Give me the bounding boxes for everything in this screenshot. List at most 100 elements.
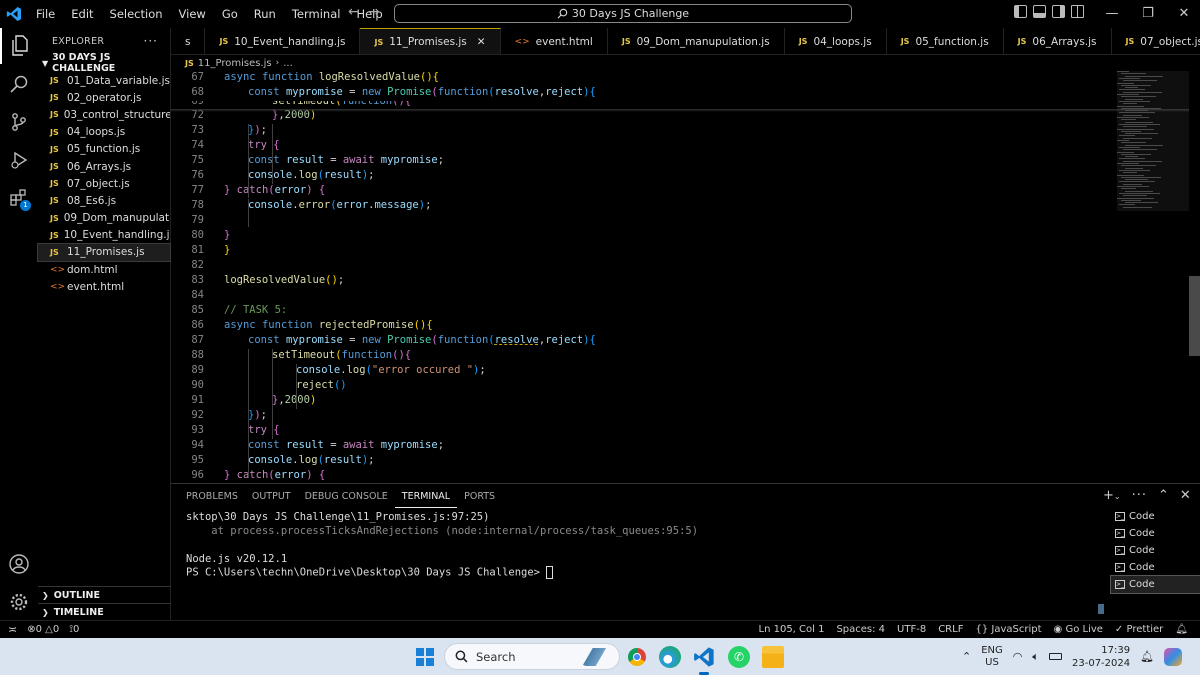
file-explorer-icon[interactable] — [762, 646, 784, 668]
end-of-line[interactable]: CRLF — [938, 624, 963, 635]
file-item[interactable]: JS 08_Es6.js — [38, 192, 170, 209]
menu-view[interactable]: View — [171, 7, 214, 21]
file-item[interactable]: JS 10_Event_handling.js — [38, 227, 170, 244]
chevron-up-icon[interactable]: ⌃ — [962, 650, 971, 663]
cursor-position[interactable]: Ln 105, Col 1 — [759, 624, 825, 635]
code-text: } — [224, 229, 231, 241]
notifications-bell-icon[interactable]: 🔔︎ — [1175, 624, 1188, 635]
ports-status[interactable]: ⟟0 — [69, 624, 79, 635]
menu-file[interactable]: File — [28, 7, 63, 21]
close-window-icon[interactable]: ✕ — [1166, 0, 1200, 28]
file-item[interactable]: JS 02_operator.js — [38, 89, 170, 106]
file-item[interactable]: JS 07_object.js — [38, 175, 170, 192]
panel-tab[interactable]: TERMINAL — [394, 488, 458, 508]
extensions-icon[interactable]: 1 — [0, 180, 38, 216]
prettier[interactable]: ✓ Prettier — [1115, 624, 1163, 635]
taskbar-search[interactable]: Search — [444, 643, 620, 670]
more-actions-icon[interactable]: ··· — [1132, 488, 1147, 503]
maximize-panel-icon[interactable]: ⌃ — [1158, 488, 1169, 503]
indentation[interactable]: Spaces: 4 — [836, 624, 885, 635]
remote-icon[interactable]: ≍ — [8, 623, 17, 636]
close-tab-icon[interactable]: ✕ — [477, 36, 486, 48]
more-actions-icon[interactable]: ··· — [144, 34, 158, 48]
menu-edit[interactable]: Edit — [63, 7, 101, 21]
copilot-icon[interactable] — [1164, 647, 1183, 666]
edge-icon[interactable] — [659, 646, 681, 668]
menu-go[interactable]: Go — [214, 7, 246, 21]
editor-tab[interactable]: JS 10_Event_handling.js — [205, 28, 361, 54]
outline-section[interactable]: ❯ OUTLINE — [38, 586, 171, 603]
language-indicator[interactable]: ENG US — [981, 645, 1003, 669]
file-item[interactable]: JS 03_control_structure.js — [38, 106, 170, 123]
clock[interactable]: 17:39 23-07-2024 — [1072, 644, 1130, 670]
editor-tab[interactable]: <> event.html — [501, 28, 608, 54]
command-center[interactable]: 30 Days JS Challenge — [394, 4, 852, 23]
terminal-instance[interactable]: >_ Code — [1111, 559, 1200, 576]
editor-tab[interactable]: JS 05_function.js — [887, 28, 1004, 54]
editor-tab[interactable]: JS 11_Promises.js ✕ — [360, 28, 501, 54]
toggle-panel-icon[interactable] — [1033, 5, 1046, 18]
breadcrumb-symbol[interactable]: ... — [283, 58, 293, 69]
whatsapp-icon[interactable]: ✆ — [728, 646, 750, 668]
volume-icon[interactable]: 🔈︎ — [1032, 650, 1039, 664]
menu-selection[interactable]: Selection — [102, 7, 171, 21]
menu-terminal[interactable]: Terminal — [284, 7, 349, 21]
windows-start-icon[interactable] — [416, 648, 434, 666]
encoding[interactable]: UTF-8 — [897, 624, 926, 635]
run-debug-icon[interactable] — [0, 142, 38, 178]
source-control-icon[interactable] — [0, 104, 38, 140]
terminal-scrollbar-thumb[interactable] — [1098, 604, 1104, 614]
editor-tab[interactable]: JS 04_loops.js — [785, 28, 887, 54]
vscode-logo-icon[interactable] — [0, 0, 28, 28]
editor-tab[interactable]: JS 06_Arrays.js — [1004, 28, 1112, 54]
breadcrumb-file[interactable]: 11_Promises.js — [198, 58, 272, 69]
accounts-icon[interactable] — [0, 546, 38, 582]
chrome-icon[interactable] — [626, 646, 648, 668]
terminal-list: >_ Code >_ Code >_ Code >_ Code >_ Code — [1110, 508, 1200, 594]
close-panel-icon[interactable]: ✕ — [1180, 488, 1191, 503]
vscode-taskbar-icon[interactable] — [693, 646, 715, 668]
minimize-icon[interactable]: — — [1094, 0, 1130, 28]
wifi-icon[interactable]: ◠ — [1013, 650, 1023, 663]
file-item[interactable]: JS 11_Promises.js — [37, 242, 171, 263]
file-item[interactable]: JS 09_Dom_manupulatio... — [38, 210, 170, 227]
terminal-instance[interactable]: >_ Code — [1110, 575, 1200, 594]
menu-run[interactable]: Run — [246, 7, 284, 21]
settings-gear-icon[interactable] — [0, 584, 38, 620]
panel-tab[interactable]: DEBUG CONSOLE — [298, 488, 395, 508]
timeline-section[interactable]: ❯ TIMELINE — [38, 603, 171, 620]
go-live[interactable]: ◉ Go Live — [1054, 624, 1103, 635]
file-item[interactable]: <> event.html — [38, 278, 170, 295]
file-item[interactable]: JS 06_Arrays.js — [38, 158, 170, 175]
editor-scrollbar-thumb[interactable] — [1189, 276, 1200, 356]
terminal-instance[interactable]: >_ Code — [1111, 542, 1200, 559]
explorer-icon[interactable] — [0, 28, 38, 64]
new-terminal-icon[interactable]: +⌄ — [1103, 488, 1121, 503]
maximize-icon[interactable]: ❐ — [1130, 0, 1166, 28]
battery-icon[interactable] — [1049, 653, 1062, 660]
editor-tab[interactable]: JS 07_object.js — [1112, 28, 1200, 54]
file-item[interactable]: JS 05_function.js — [38, 141, 170, 158]
panel-tab[interactable]: PORTS — [457, 488, 502, 508]
forward-arrow-icon[interactable]: → — [368, 4, 380, 20]
file-item[interactable]: <> dom.html — [38, 261, 170, 278]
panel-tab[interactable]: PROBLEMS — [179, 488, 245, 508]
workspace-folder[interactable]: ▼ 30 DAYS JS CHALLENGE — [38, 52, 170, 74]
language-mode[interactable]: {} JavaScript — [975, 624, 1041, 635]
panel-tab[interactable]: OUTPUT — [245, 488, 298, 508]
notification-bell-icon[interactable]: 🔔︎ — [1140, 650, 1154, 663]
editor-tab[interactable]: s — [171, 28, 206, 54]
terminal-instance[interactable]: >_ Code — [1111, 508, 1200, 525]
toggle-primary-sidebar-icon[interactable] — [1014, 5, 1027, 18]
code-editor[interactable]: 67 async function logResolvedValue(){68 co… — [171, 71, 1189, 481]
search-icon[interactable] — [0, 66, 38, 102]
back-arrow-icon[interactable]: ← — [348, 4, 360, 20]
toggle-secondary-sidebar-icon[interactable] — [1052, 5, 1065, 18]
minimap-viewport[interactable] — [1117, 71, 1189, 211]
editor-tab[interactable]: JS 09_Dom_manupulation.js — [608, 28, 785, 54]
file-item[interactable]: JS 04_loops.js — [38, 124, 170, 141]
file-item[interactable]: JS 01_Data_variable.js — [38, 72, 170, 89]
terminal-instance[interactable]: >_ Code — [1111, 525, 1200, 542]
problems-status[interactable]: ⊗0 △0 — [27, 624, 59, 635]
customize-layout-icon[interactable] — [1071, 5, 1084, 18]
